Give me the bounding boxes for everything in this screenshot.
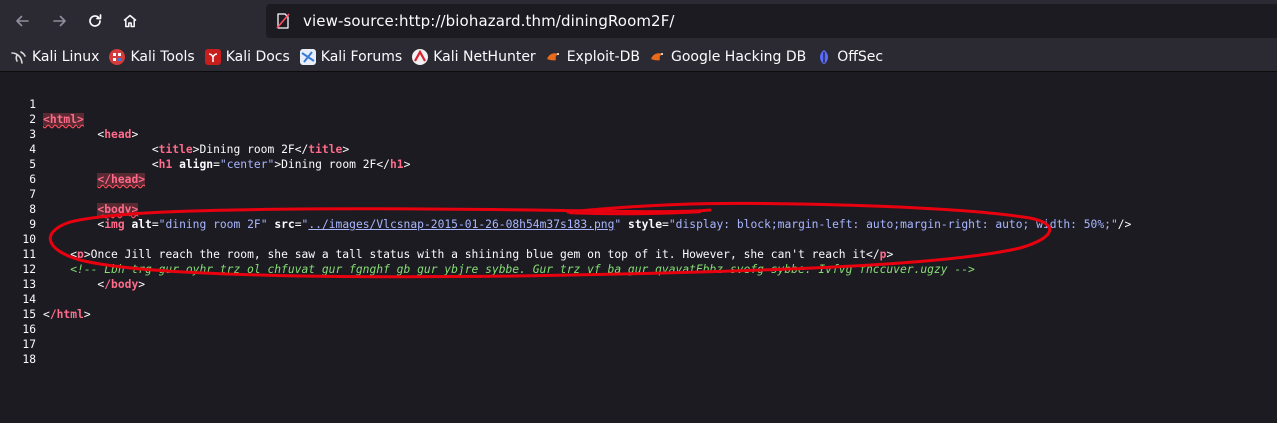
source-line: 15 bbox=[0, 292, 1277, 321]
bookmark-label: Exploit-DB bbox=[566, 48, 640, 65]
source-line: 2 <head> bbox=[0, 97, 1277, 141]
source-line: 8 <img alt="dining room 2F" src="../imag… bbox=[0, 187, 1277, 231]
view-source-pane: 1 <html> 2 <head> 3 <title>Dining room 2… bbox=[0, 72, 1277, 423]
bookmark-label: Kali Docs bbox=[225, 48, 290, 65]
source-line: 10 <p>Once Jill reach the room, she saw … bbox=[0, 217, 1277, 261]
forward-arrow-icon bbox=[53, 15, 66, 27]
bookmark-kali-linux[interactable]: Kali Linux bbox=[6, 45, 104, 69]
bookmark-label: Google Hacking DB bbox=[670, 48, 807, 65]
reload-icon bbox=[89, 14, 102, 27]
home-icon bbox=[123, 14, 137, 28]
exploit-db-icon bbox=[546, 49, 562, 65]
source-line: 3 <title>Dining room 2F</title> bbox=[0, 112, 1277, 156]
home-button[interactable] bbox=[116, 7, 144, 35]
bookmark-offsec[interactable]: OffSec bbox=[811, 45, 888, 69]
back-button[interactable] bbox=[8, 7, 36, 35]
bookmark-exploit-db[interactable]: Exploit-DB bbox=[541, 45, 645, 69]
source-line: 16 bbox=[0, 307, 1277, 336]
bookmark-label: OffSec bbox=[837, 48, 884, 65]
source-line: 17 bbox=[0, 322, 1277, 351]
ghdb-icon bbox=[650, 49, 666, 65]
kali-forums-icon bbox=[299, 48, 316, 65]
kali-dragon-icon bbox=[11, 49, 27, 65]
source-line: 18 bbox=[0, 337, 1277, 366]
bookmark-kali-tools[interactable]: Kali Tools bbox=[104, 45, 199, 69]
source-line: 11 <!-- Lbh trg gur oyhr trz ol chfuvat … bbox=[0, 232, 1277, 276]
source-line: 12 </body> bbox=[0, 247, 1277, 291]
forward-button[interactable] bbox=[46, 7, 74, 35]
line-number: 18 bbox=[22, 353, 36, 366]
browser-toolbar: view-source:http://biohazard.thm/diningR… bbox=[0, 0, 1277, 42]
kali-docs-icon bbox=[204, 48, 221, 65]
source-line: 7 <body> bbox=[0, 172, 1277, 216]
bookmark-label: Kali Forums bbox=[320, 48, 403, 65]
bookmark-label: Kali Tools bbox=[130, 48, 195, 65]
offsec-icon bbox=[816, 49, 832, 65]
address-bar[interactable]: view-source:http://biohazard.thm/diningR… bbox=[266, 4, 1277, 38]
bookmark-kali-docs[interactable]: Kali Docs bbox=[200, 45, 295, 69]
bookmark-label: Kali NetHunter bbox=[433, 48, 536, 65]
source-line: 14 </html> bbox=[0, 277, 1277, 321]
bookmark-label: Kali Linux bbox=[32, 48, 100, 65]
back-arrow-icon bbox=[16, 15, 29, 27]
page-info-icon[interactable] bbox=[275, 13, 291, 29]
source-line: 1 <html> bbox=[0, 82, 1277, 126]
bookmark-kali-forums[interactable]: Kali Forums bbox=[295, 45, 407, 69]
source-line: 6 bbox=[0, 157, 1277, 186]
source-line: 5 </head> bbox=[0, 142, 1277, 186]
reload-button[interactable] bbox=[81, 7, 109, 35]
source-line: 13 bbox=[0, 262, 1277, 291]
bookmark-google-hacking-db[interactable]: Google Hacking DB bbox=[645, 45, 811, 69]
kali-tools-icon bbox=[109, 48, 126, 65]
source-line: 9 bbox=[0, 202, 1277, 231]
bookmarks-toolbar: Kali Linux Kali Tools Kali Docs Kali For… bbox=[0, 42, 1277, 72]
bookmark-kali-nethunter[interactable]: Kali NetHunter bbox=[407, 45, 540, 69]
url-text: view-source:http://biohazard.thm/diningR… bbox=[303, 12, 675, 30]
source-line: 4 <h1 align="center">Dining room 2F</h1> bbox=[0, 127, 1277, 171]
kali-nethunter-icon bbox=[412, 48, 429, 65]
